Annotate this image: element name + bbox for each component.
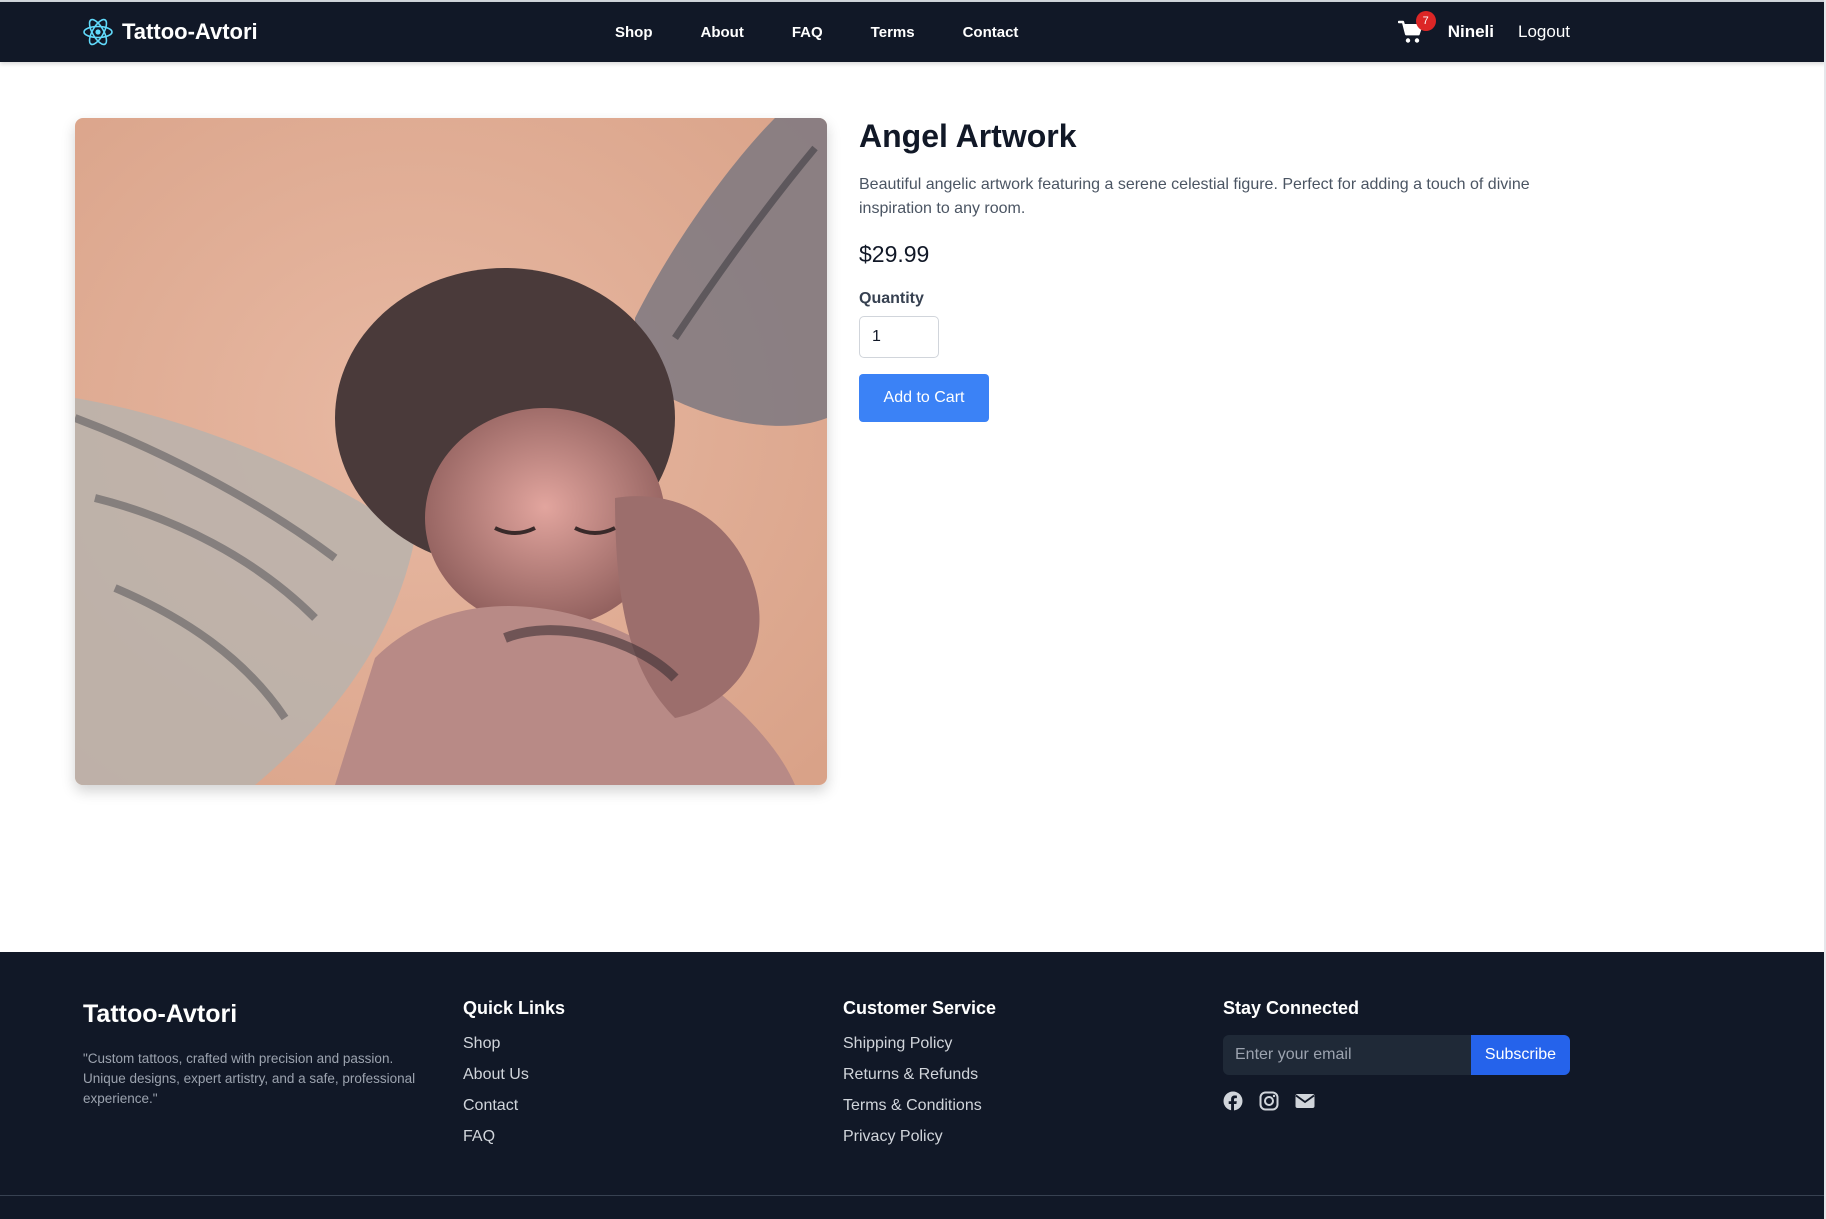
footer-link-shipping-policy[interactable]: Shipping Policy <box>843 1035 996 1053</box>
footer-link-faq[interactable]: FAQ <box>463 1128 565 1146</box>
nav-link-faq[interactable]: FAQ <box>792 24 823 41</box>
footer-link-shop[interactable]: Shop <box>463 1035 565 1053</box>
footer-link-privacy-policy[interactable]: Privacy Policy <box>843 1128 996 1146</box>
product-details: Angel Artwork Beautiful angelic artwork … <box>859 118 1559 422</box>
footer-brand: Tattoo-Avtori <box>83 1000 238 1028</box>
email-input[interactable] <box>1223 1035 1471 1075</box>
footer-quote: "Custom tattoos, crafted with precision … <box>83 1051 416 1106</box>
cart-count-badge: 7 <box>1415 11 1436 31</box>
product-image <box>75 118 827 785</box>
footer: Tattoo-Avtori "Custom tattoos, crafted w… <box>0 952 1826 1219</box>
product-title: Angel Artwork <box>859 118 1077 154</box>
envelope-icon[interactable] <box>1295 1091 1315 1111</box>
instagram-icon[interactable] <box>1259 1091 1279 1111</box>
quantity-input[interactable] <box>859 316 939 358</box>
footer-quick-links: Quick Links Shop About Us Contact FAQ <box>463 994 565 1159</box>
footer-link-returns-refunds[interactable]: Returns & Refunds <box>843 1066 996 1084</box>
nav-user-area: 7 Nineli Logout <box>1397 2 1570 62</box>
footer-stay-connected: Stay Connected Subscribe <box>1223 994 1573 1111</box>
brand[interactable]: Tattoo-Avtori <box>82 16 258 48</box>
logout-button[interactable]: Logout <box>1518 22 1570 42</box>
footer-link-contact[interactable]: Contact <box>463 1097 565 1115</box>
footer-about: Tattoo-Avtori "Custom tattoos, crafted w… <box>83 994 433 1109</box>
subscribe-button[interactable]: Subscribe <box>1471 1035 1570 1075</box>
quick-links-heading: Quick Links <box>463 998 566 1018</box>
product-price: $29.99 <box>859 241 930 267</box>
nav-link-contact[interactable]: Contact <box>963 24 1019 41</box>
nav-links: Shop About FAQ Terms Contact <box>615 2 1066 62</box>
product-description: Beautiful angelic artwork featuring a se… <box>859 176 1530 217</box>
customer-service-heading: Customer Service <box>843 998 997 1018</box>
footer-customer-service: Customer Service Shipping Policy Returns… <box>843 994 996 1159</box>
footer-link-about-us[interactable]: About Us <box>463 1066 565 1084</box>
cart-button[interactable]: 7 <box>1397 11 1436 45</box>
nav-link-about[interactable]: About <box>701 24 744 41</box>
nav-link-terms[interactable]: Terms <box>871 24 915 41</box>
subscribe-form: Subscribe <box>1223 1035 1573 1075</box>
facebook-icon[interactable] <box>1223 1091 1243 1111</box>
react-atom-logo-icon <box>82 16 114 48</box>
social-links <box>1223 1091 1573 1111</box>
brand-name: Tattoo-Avtori <box>122 19 258 44</box>
user-name: Nineli <box>1447 22 1494 41</box>
navbar: Tattoo-Avtori Shop About FAQ Terms Conta… <box>0 2 1826 62</box>
footer-divider <box>0 1195 1826 1196</box>
stay-connected-heading: Stay Connected <box>1223 998 1360 1018</box>
nav-link-shop[interactable]: Shop <box>615 24 653 41</box>
add-to-cart-button[interactable]: Add to Cart <box>859 374 989 422</box>
quantity-label: Quantity <box>859 290 924 307</box>
footer-link-terms-conditions[interactable]: Terms & Conditions <box>843 1097 996 1115</box>
